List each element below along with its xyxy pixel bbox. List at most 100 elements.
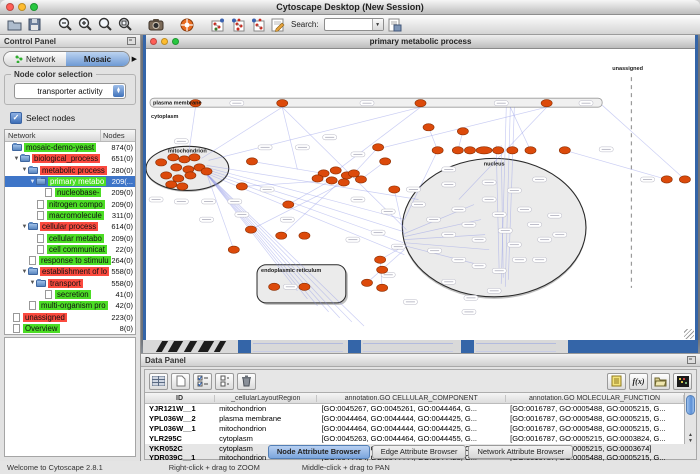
table-scrollbar[interactable]: ▲▼ <box>684 393 696 444</box>
background-window-corner[interactable] <box>461 340 474 353</box>
close-window-icon[interactable] <box>6 3 14 11</box>
tree-row[interactable]: ▼transport558(0) <box>5 278 135 289</box>
expand-arrow-icon[interactable]: ▼ <box>21 167 28 173</box>
zoom-window-icon[interactable] <box>30 3 38 11</box>
tree-row[interactable]: ▼primary metabo209(... <box>5 176 135 187</box>
tab-edge-attribute-browser[interactable]: Edge Attribute Browser <box>372 445 467 459</box>
delete-attribute-icon[interactable] <box>237 373 256 390</box>
tree-row[interactable]: ▼cellular process614(0) <box>5 221 135 232</box>
tab-mosaic[interactable]: Mosaic <box>66 52 128 66</box>
tree-item-label: nucleobase- <box>55 188 101 197</box>
tree-item-count: 558(0) <box>111 279 133 288</box>
node-color-dropdown[interactable]: transporter activity ▲▼ <box>14 83 126 99</box>
table-cell: plasma membrane <box>215 414 317 423</box>
attribute-grid-icon[interactable] <box>149 373 168 390</box>
vizmapper-icon[interactable] <box>386 17 404 33</box>
tab-overflow-icon[interactable]: ▶ <box>132 55 137 63</box>
column-header[interactable]: ID <box>145 395 215 402</box>
import-attributes-icon[interactable] <box>651 373 670 390</box>
snapshot-icon[interactable] <box>147 17 165 33</box>
tree-row[interactable]: response to stimulu264(0) <box>5 255 135 266</box>
float-panel-icon[interactable] <box>127 37 136 45</box>
tab-node-attribute-browser[interactable]: Node Attribute Browser <box>268 445 370 459</box>
minimize-window-icon[interactable] <box>18 3 26 11</box>
network-edges-icon[interactable] <box>249 17 267 33</box>
column-header[interactable]: _cellularLayoutRegion <box>215 395 317 402</box>
table-row[interactable]: YLR295Ccytoplasm[GO:0045263, GO:0044464,… <box>145 433 684 443</box>
help-ring-icon[interactable] <box>178 17 196 33</box>
expand-arrow-icon[interactable]: ▼ <box>21 269 28 275</box>
search-input[interactable]: ▼ <box>324 18 384 31</box>
folder-icon <box>28 167 38 174</box>
birdseye-view[interactable] <box>4 337 136 457</box>
network-window-titlebar[interactable]: primary metabolic process <box>146 35 695 49</box>
tab-network-attribute-browser[interactable]: Network Attribute Browser <box>468 445 573 459</box>
tree-col-network[interactable]: Network <box>5 130 101 141</box>
frame-zoom-icon[interactable] <box>172 38 179 45</box>
select-nodes-checkbox[interactable]: ✓ <box>10 112 22 124</box>
column-header[interactable]: annotation.GO CELLULAR_COMPONENT <box>317 395 506 402</box>
file-icon <box>37 211 44 220</box>
zoom-out-icon[interactable] <box>56 17 74 33</box>
tree-row[interactable]: mosaic-demo-yeast874(0) <box>5 142 135 153</box>
function-builder-icon[interactable]: f(x) <box>629 373 648 390</box>
background-window-edge[interactable] <box>568 340 698 353</box>
expand-arrow-icon[interactable]: ▼ <box>29 179 36 185</box>
zoom-in-icon[interactable] <box>76 17 94 33</box>
network-window-controls[interactable] <box>150 38 179 45</box>
table-row[interactable]: YPL036W__1mitochondrion[GO:0044464, GO:0… <box>145 424 684 434</box>
tree-row[interactable]: secretion41(0) <box>5 289 135 300</box>
tree-row[interactable]: cellular metabo209(0) <box>5 232 135 243</box>
matrix-icon[interactable] <box>673 373 692 390</box>
frame-close-icon[interactable] <box>150 38 157 45</box>
table-cell: [GO:0016787, GO:0005488, GO:0005215, G..… <box>506 404 684 413</box>
tab-network[interactable]: Network <box>4 52 66 66</box>
tree-item-count: 41(0) <box>115 290 133 299</box>
expand-network-icon[interactable] <box>209 17 227 33</box>
column-header[interactable]: annotation.GO MOLECULAR_FUNCTION <box>506 395 684 402</box>
tree-row[interactable]: multi-organism pro42(0) <box>5 300 135 311</box>
annotation-icon[interactable] <box>269 17 287 33</box>
tree-col-nodes[interactable]: Nodes <box>101 130 135 141</box>
tree-item-label: Overview <box>23 324 60 333</box>
unselect-attributes-icon[interactable] <box>215 373 234 390</box>
tree-row[interactable]: ▼establishment of lo558(0) <box>5 266 135 277</box>
tree-row[interactable]: nucleobase-209(0) <box>5 187 135 198</box>
network-window[interactable]: primary metabolic process plasma membran… <box>143 35 698 343</box>
tree-row[interactable]: macromolecule311(0) <box>5 210 135 221</box>
frame-minimize-icon[interactable] <box>161 38 168 45</box>
scrollbar-arrows[interactable]: ▲▼ <box>685 432 696 444</box>
file-icon <box>13 324 20 333</box>
network-nodes-icon[interactable] <box>229 17 247 33</box>
file-icon <box>45 188 52 197</box>
select-attributes-icon[interactable] <box>193 373 212 390</box>
zoom-fit-icon[interactable] <box>116 17 134 33</box>
network-canvas[interactable]: plasma membranecytoplasmmitochondrionnuc… <box>146 49 695 340</box>
search-dropdown-icon[interactable]: ▼ <box>372 19 383 30</box>
save-icon[interactable] <box>25 17 43 33</box>
tree-item-label: metabolic process <box>40 166 107 175</box>
tree-row[interactable]: unassigned223(0) <box>5 311 135 322</box>
notepad-icon[interactable] <box>607 373 626 390</box>
scrollbar-thumb[interactable] <box>686 395 695 415</box>
table-row[interactable]: YJR121W__1mitochondrion[GO:0045267, GO:0… <box>145 404 684 414</box>
window-controls[interactable] <box>6 3 38 11</box>
tree-row[interactable]: ▼metabolic process280(0) <box>5 165 135 176</box>
tree-item-label: primary metabo <box>48 177 106 186</box>
tree-row[interactable]: ▼biological_process651(0) <box>5 153 135 164</box>
tree-row[interactable]: cell communicat22(0) <box>5 244 135 255</box>
zoom-selected-icon[interactable] <box>96 17 114 33</box>
new-attribute-icon[interactable] <box>171 373 190 390</box>
open-icon[interactable] <box>5 17 23 33</box>
tree-row[interactable]: nitrogen compo209(0) <box>5 198 135 209</box>
expand-arrow-icon[interactable]: ▼ <box>21 224 28 230</box>
background-window-corner[interactable] <box>238 340 251 353</box>
tree-row[interactable]: Overview8(0) <box>5 323 135 334</box>
expand-arrow-icon[interactable]: ▼ <box>13 156 20 162</box>
titlebar[interactable]: Cytoscape Desktop (New Session) <box>0 0 700 15</box>
resize-grip[interactable] <box>684 329 694 339</box>
expand-arrow-icon[interactable]: ▼ <box>29 280 36 286</box>
float-data-panel-icon[interactable] <box>687 356 696 364</box>
table-row[interactable]: YPL036W__2plasma membrane[GO:0044464, GO… <box>145 414 684 424</box>
background-window-corner[interactable] <box>348 340 361 353</box>
